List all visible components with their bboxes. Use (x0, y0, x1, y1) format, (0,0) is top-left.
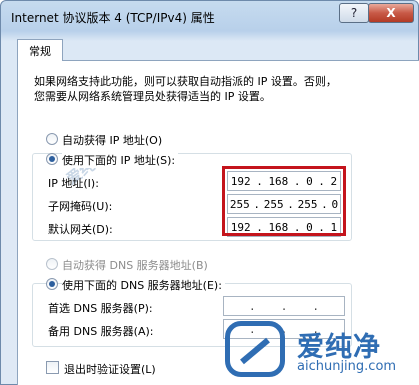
radio-manual-dns[interactable] (46, 278, 58, 290)
gateway-label: 默认网关(D): (48, 223, 113, 236)
preferred-dns-field[interactable]: ... (223, 296, 345, 316)
description-line-2: 您需要从网络系统管理员处获得适当的 IP 设置。 (34, 90, 271, 103)
radio-manual-ip[interactable] (46, 153, 58, 165)
radio-auto-ip[interactable] (46, 133, 58, 145)
properties-window: Internet 协议版本 4 (TCP/IPv4) 属性 ? X 常规 爱纯净… (0, 0, 419, 385)
subnet-mask-label: 子网掩码(U): (48, 200, 113, 213)
help-button[interactable]: ? (339, 3, 369, 23)
window-title: Internet 协议版本 4 (TCP/IPv4) 属性 (11, 11, 215, 25)
highlight-box (222, 166, 346, 236)
validate-label: 退出时验证设置(L) (64, 363, 156, 376)
close-button[interactable]: X (368, 3, 414, 23)
alternate-dns-label: 备用 DNS 服务器(A): (48, 325, 154, 338)
preferred-dns-label: 首选 DNS 服务器(P): (48, 302, 153, 315)
auto-ip-label: 自动获得 IP 地址(O) (62, 134, 163, 147)
tab-general[interactable]: 常规 (17, 39, 63, 61)
auto-dns-label: 自动获得 DNS 服务器地址(B) (62, 259, 208, 272)
radio-auto-dns[interactable] (46, 258, 58, 270)
close-icon: X (386, 6, 396, 20)
title-bar: Internet 协议版本 4 (TCP/IPv4) 属性 ? X (1, 1, 418, 31)
manual-dns-label: 使用下面的 DNS 服务器地址(E): (62, 277, 225, 293)
ip-address-label: IP 地址(I): (48, 177, 99, 190)
manual-ip-label: 使用下面的 IP 地址(S): (62, 152, 179, 168)
watermark-url: aichunjing.com (297, 359, 397, 374)
description-line-1: 如果网络支持此功能，则可以获取自动指派的 IP 设置。否则， (34, 75, 337, 88)
watermark-logo-icon (225, 321, 285, 377)
help-icon: ? (350, 6, 358, 20)
validate-checkbox[interactable] (46, 361, 59, 374)
